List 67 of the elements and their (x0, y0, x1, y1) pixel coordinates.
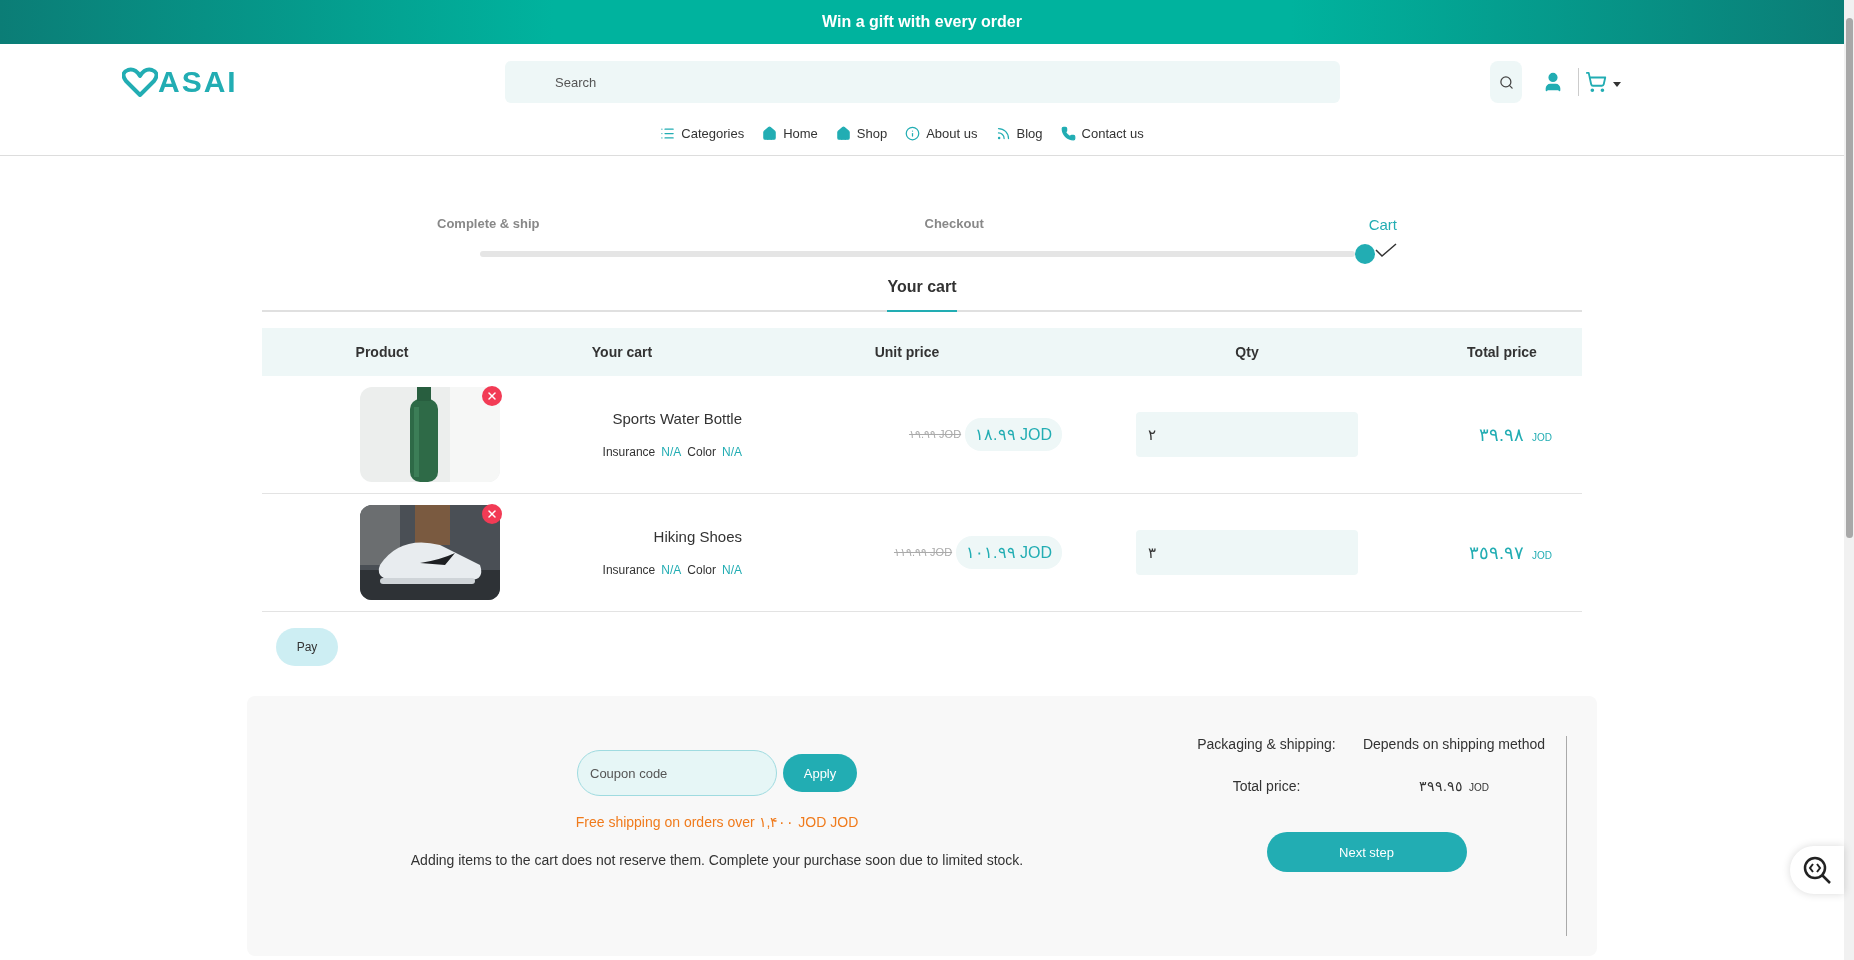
currency-label: JOD (1532, 431, 1552, 443)
nav-link[interactable]: Blog (995, 126, 1043, 141)
nav-link[interactable]: About us (905, 126, 978, 141)
quantity-field[interactable]: ٢ (1136, 412, 1358, 457)
shipping-label: Packaging & shipping: (1196, 736, 1337, 752)
total-price: ٣٥٩.٩٧ (1469, 541, 1524, 564)
close-icon (486, 390, 498, 402)
free-shipping-note: Free shipping on orders over ١,۴٠٠ JOD JOD (575, 814, 859, 830)
nav-link[interactable]: Categories (660, 126, 745, 141)
step-dot (1355, 244, 1375, 264)
search-field[interactable]: Search (505, 61, 1340, 103)
meta-value: N/A (722, 445, 742, 459)
column-header: Qty (1234, 344, 1260, 360)
scrollbar[interactable] (1844, 0, 1854, 960)
product-name: Sports Water Bottle (612, 410, 742, 427)
remove-button[interactable] (482, 386, 502, 406)
shipping-value: Depends on shipping method (1361, 736, 1547, 752)
remove-button[interactable] (482, 504, 502, 524)
total-label: Total price: (1231, 778, 1302, 794)
total-price: ٣٩.٩٨ (1479, 423, 1524, 446)
caret-icon[interactable] (1613, 81, 1621, 87)
meta-label: Color (687, 445, 716, 459)
unit-price: ١٨.٩٩ JOD (965, 418, 1062, 451)
code-search-icon (1802, 855, 1832, 885)
step-label: Cart (1368, 216, 1397, 233)
search-icon (1498, 74, 1514, 90)
step-label: Checkout (924, 216, 984, 233)
logo-text: ASAI (158, 65, 238, 99)
unit-price: ١٠١.٩٩ JOD (956, 536, 1062, 569)
search-button[interactable] (1490, 61, 1522, 103)
currency-label: JOD (1468, 782, 1489, 793)
nav-link[interactable]: Shop (835, 126, 888, 141)
home-icon (835, 126, 851, 141)
stock-notice: Adding items to the cart does not reserve them. Complete your purchase soon due to limited stock. (410, 852, 1024, 868)
cart-icon[interactable] (1585, 71, 1607, 93)
meta-value: N/A (722, 563, 742, 577)
meta-value: N/A (661, 563, 682, 577)
menu-icon (660, 126, 676, 141)
nav-link[interactable]: Home (762, 126, 818, 141)
step-label: Complete & ship (437, 216, 540, 233)
column-header: Unit price (873, 344, 941, 360)
info-icon (905, 126, 921, 141)
pay-button[interactable]: Pay (276, 628, 338, 666)
heart-logo-icon (122, 67, 158, 97)
currency-label: JOD (1532, 549, 1552, 561)
section-title: Your cart (887, 278, 957, 296)
column-header: Total price (1466, 344, 1538, 360)
quantity-field[interactable]: ٣ (1136, 530, 1358, 575)
nav-link[interactable]: Contact us (1060, 126, 1144, 141)
close-icon (486, 508, 498, 520)
meta-value: N/A (661, 445, 682, 459)
home-icon (762, 126, 778, 141)
meta-label: Insurance (602, 445, 656, 459)
old-price: ١٩.٩٩ JOD (908, 428, 962, 441)
total-value: ٣٩٩.٩٥ (1419, 778, 1463, 794)
column-header: Your cart (590, 344, 654, 360)
check-icon (1375, 242, 1397, 258)
old-price: ١١٩.٩٩ JOD (893, 546, 953, 559)
column-header: Product (354, 344, 410, 360)
phone-icon (1060, 126, 1076, 141)
promo-banner: Win a gift with every order (0, 0, 1844, 44)
rss-icon (995, 126, 1011, 141)
meta-label: Insurance (602, 563, 656, 577)
code-search-button[interactable] (1790, 846, 1844, 894)
product-name: Hiking Shoes (653, 528, 742, 545)
coupon-field[interactable]: Coupon code (577, 750, 777, 796)
meta-label: Color (687, 563, 716, 577)
